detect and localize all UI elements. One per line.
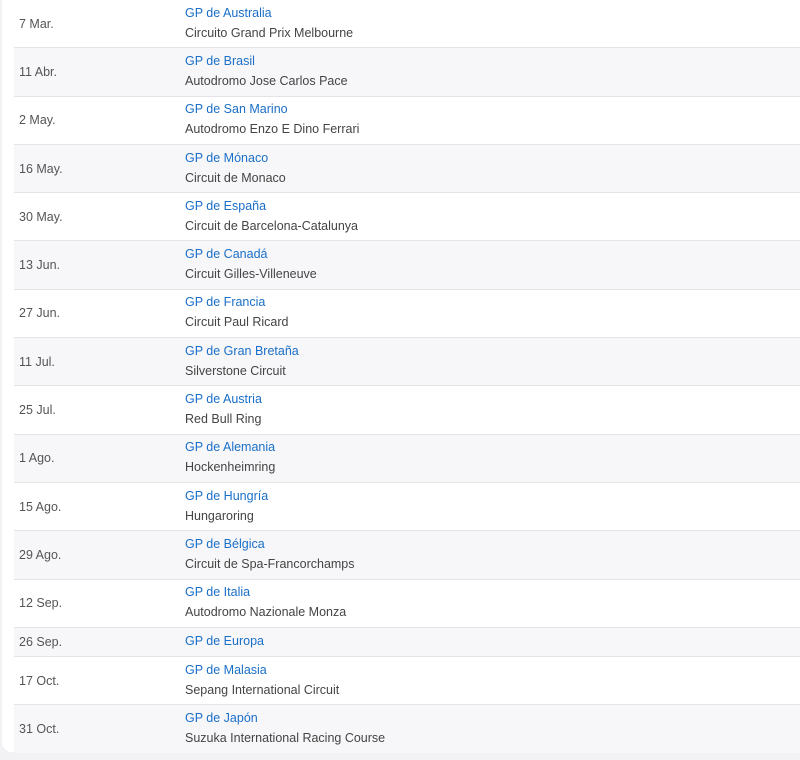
- race-info: GP de Francia Circuit Paul Ricard: [185, 293, 289, 333]
- race-circuit: Circuit de Spa-Francorchamps: [185, 556, 355, 571]
- race-date: 11 Jul.: [19, 354, 55, 369]
- race-info: GP de Gran Bretaña Silverstone Circuit: [185, 342, 299, 382]
- race-info: GP de Alemania Hockenheimring: [185, 438, 275, 478]
- race-row: 7 Mar. GP de Australia Circuito Grand Pr…: [14, 0, 800, 49]
- race-circuit: Circuito Grand Prix Melbourne: [185, 25, 354, 40]
- race-link[interactable]: GP de Alemania: [185, 438, 275, 457]
- race-date: 2 May.: [19, 113, 56, 128]
- race-info: GP de San Marino Autodromo Enzo E Dino F…: [185, 100, 359, 140]
- race-info: GP de España Circuit de Barcelona-Catalu…: [185, 197, 358, 237]
- race-row: 11 Jul. GP de Gran Bretaña Silverstone C…: [14, 338, 800, 387]
- race-info: GP de Japón Suzuka International Racing …: [185, 709, 385, 749]
- race-info: GP de Brasil Autodromo Jose Carlos Pace: [185, 52, 348, 92]
- race-row: 2 May. GP de San Marino Autodromo Enzo E…: [14, 97, 800, 145]
- race-info: GP de Austria Red Bull Ring: [185, 390, 262, 430]
- race-row: 31 Oct. GP de Japón Suzuka International…: [14, 705, 800, 754]
- race-circuit: Autodromo Nazionale Monza: [185, 605, 347, 620]
- race-circuit: Circuit de Monaco: [185, 170, 286, 185]
- race-info: GP de Australia Circuito Grand Prix Melb…: [185, 4, 353, 44]
- race-link[interactable]: GP de Japón: [185, 709, 385, 728]
- race-row: 30 May. GP de España Circuit de Barcelon…: [14, 193, 800, 242]
- race-row: 1 Ago. GP de Alemania Hockenheimring: [14, 434, 800, 483]
- race-circuit: Autodromo Jose Carlos Pace: [185, 73, 348, 88]
- race-date: 30 May.: [19, 209, 63, 224]
- race-row: 13 Jun. GP de Canadá Circuit Gilles-Vill…: [14, 241, 800, 290]
- race-link[interactable]: GP de Europa: [185, 632, 264, 651]
- race-circuit: Suzuka International Racing Course: [185, 731, 386, 746]
- race-circuit: Circuit de Barcelona-Catalunya: [185, 218, 359, 233]
- race-circuit: Sepang International Circuit: [185, 682, 340, 697]
- race-date: 1 Ago.: [19, 451, 55, 466]
- race-date: 27 Jun.: [19, 306, 61, 321]
- race-link[interactable]: GP de Francia: [185, 293, 289, 312]
- race-date: 26 Sep.: [19, 634, 63, 649]
- race-date: 11 Abr.: [19, 64, 57, 79]
- race-circuit: Hungaroring: [185, 508, 254, 523]
- race-info: GP de Hungría Hungaroring: [185, 487, 268, 527]
- race-row: 29 Ago. GP de Bélgica Circuit de Spa-Fra…: [14, 531, 800, 580]
- race-info: GP de Italia Autodromo Nazionale Monza: [185, 583, 346, 623]
- race-link[interactable]: GP de Brasil: [185, 52, 348, 71]
- race-row: 15 Ago. GP de Hungría Hungaroring: [14, 483, 800, 532]
- calendar-panel: 7 Mar. GP de Australia Circuito Grand Pr…: [2, 0, 800, 754]
- race-date: 13 Jun.: [19, 258, 61, 273]
- race-circuit: Autodromo Enzo E Dino Ferrari: [185, 122, 360, 137]
- race-date: 25 Jul.: [19, 403, 56, 418]
- race-row: 26 Sep. GP de Europa: [14, 627, 800, 657]
- race-circuit: Silverstone Circuit: [185, 363, 286, 378]
- race-link[interactable]: GP de Gran Bretaña: [185, 342, 299, 361]
- race-info: GP de Malasia Sepang International Circu…: [185, 661, 339, 701]
- race-date: 15 Ago.: [19, 499, 62, 514]
- race-circuit: Red Bull Ring: [185, 412, 262, 427]
- race-link[interactable]: GP de Malasia: [185, 661, 339, 680]
- race-date: 31 Oct.: [19, 722, 60, 737]
- race-info: GP de Canadá Circuit Gilles-Villeneuve: [185, 245, 317, 285]
- race-link[interactable]: GP de Canadá: [185, 245, 317, 264]
- race-info: GP de Mónaco Circuit de Monaco: [185, 149, 286, 189]
- race-row: 17 Oct. GP de Malasia Sepang Internation…: [14, 657, 800, 706]
- race-row: 16 May. GP de Mónaco Circuit de Monaco: [14, 144, 800, 194]
- race-row: 11 Abr. GP de Brasil Autodromo Jose Carl…: [14, 48, 800, 97]
- race-calendar-list: 7 Mar. GP de Australia Circuito Grand Pr…: [14, 0, 800, 754]
- race-link[interactable]: GP de Australia: [185, 4, 353, 23]
- race-date: 12 Sep.: [19, 596, 63, 611]
- race-date: 7 Mar.: [19, 16, 54, 31]
- race-link[interactable]: GP de España: [185, 197, 358, 216]
- race-circuit: Hockenheimring: [185, 460, 276, 475]
- race-link[interactable]: GP de Mónaco: [185, 149, 286, 168]
- race-link[interactable]: GP de Italia: [185, 583, 346, 602]
- race-row: 12 Sep. GP de Italia Autodromo Nazionale…: [14, 580, 800, 628]
- race-date: 16 May.: [19, 161, 63, 176]
- race-info: GP de Bélgica Circuit de Spa-Francorcham…: [185, 535, 355, 575]
- race-link[interactable]: GP de Austria: [185, 390, 262, 409]
- race-circuit: Circuit Gilles-Villeneuve: [185, 267, 317, 282]
- race-row: 27 Jun. GP de Francia Circuit Paul Ricar…: [14, 290, 800, 339]
- race-circuit: Circuit Paul Ricard: [185, 315, 289, 330]
- race-link[interactable]: GP de San Marino: [185, 100, 359, 119]
- race-link[interactable]: GP de Bélgica: [185, 535, 355, 554]
- race-date: 17 Oct.: [19, 673, 60, 688]
- race-row: 25 Jul. GP de Austria Red Bull Ring: [14, 386, 800, 435]
- race-link[interactable]: GP de Hungría: [185, 487, 268, 506]
- race-date: 29 Ago.: [19, 547, 62, 562]
- race-info: GP de Europa: [185, 632, 264, 651]
